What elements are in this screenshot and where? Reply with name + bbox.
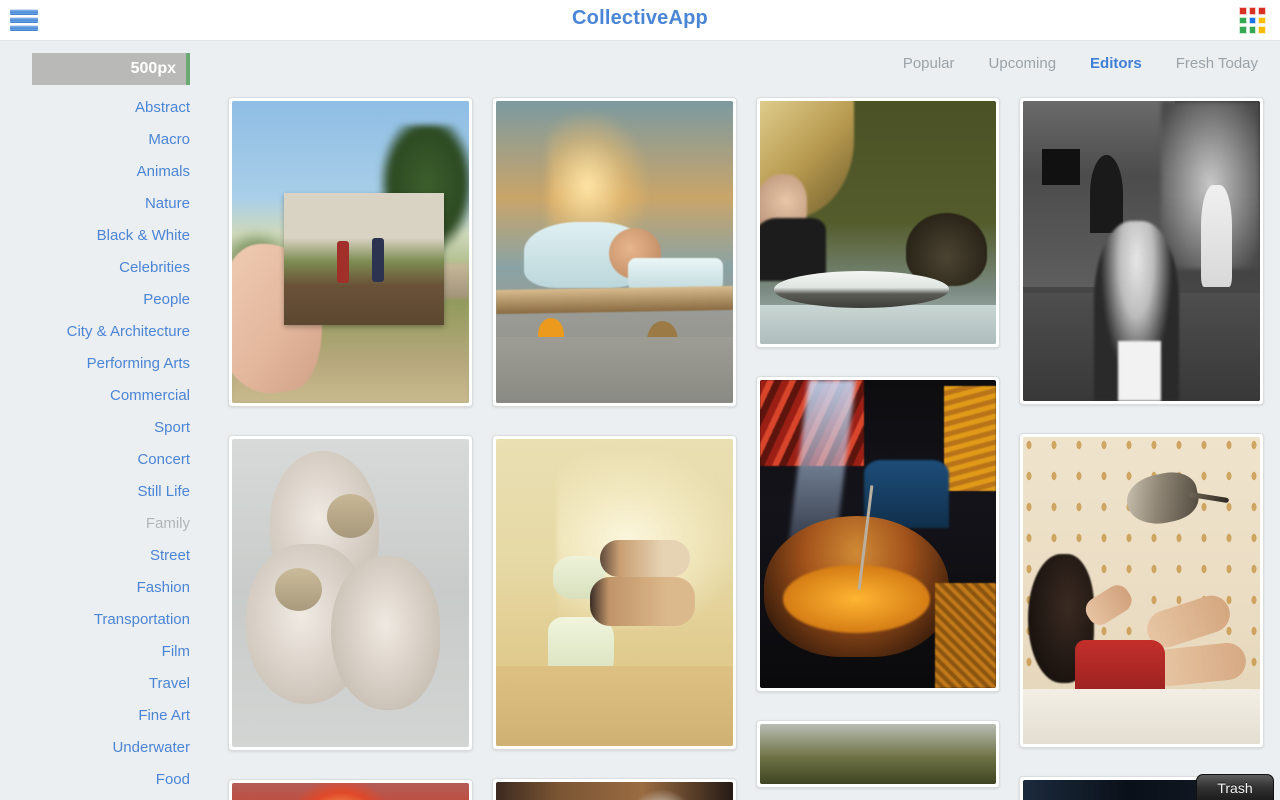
sidebar-item-family[interactable]: Family	[0, 508, 212, 540]
photo-girl-hedgehog-plate[interactable]	[755, 97, 1001, 348]
gallery-content	[212, 41, 1280, 800]
grid-icon-cell-8	[1248, 26, 1257, 34]
grid-icon-cell-4	[1239, 16, 1247, 25]
brand-badge-label: 500px	[130, 60, 176, 77]
photo-three-figures[interactable]	[228, 435, 473, 751]
photo-woman-flying-cat[interactable]	[1019, 433, 1264, 748]
photo-girl-hedgehog-plate-image	[759, 101, 997, 344]
tab-editors[interactable]: Editors	[1090, 55, 1142, 72]
sidebar-item-macro[interactable]: Macro	[0, 124, 212, 156]
photo-wood-interior-image	[495, 782, 733, 800]
photo-olive-figure[interactable]	[755, 720, 1001, 788]
sidebar-item-nature[interactable]: Nature	[0, 188, 212, 220]
photo-couple-beach-wave[interactable]	[491, 435, 737, 750]
sidebar-item-still-life[interactable]: Still Life	[0, 476, 212, 508]
sidebar-item-travel[interactable]: Travel	[0, 668, 212, 700]
sidebar-item-transportation[interactable]: Transportation	[0, 604, 212, 636]
sidebar-item-performing-arts[interactable]: Performing Arts	[0, 348, 212, 380]
sidebar-item-abstract[interactable]: Abstract	[0, 92, 212, 124]
sidebar-item-street[interactable]: Street	[0, 540, 212, 572]
grid-icon-cell-7	[1239, 26, 1247, 34]
photo-baby-on-skateboard[interactable]	[491, 97, 737, 407]
sidebar-item-food[interactable]: Food	[0, 764, 212, 796]
photo-cooking-pot-market[interactable]	[755, 376, 1001, 692]
photo-bw-vintage-children-image	[1023, 101, 1260, 401]
sidebar-item-animals[interactable]: Animals	[0, 156, 212, 188]
photo-wood-interior[interactable]	[491, 778, 737, 800]
photo-couple-beach-wave-image	[495, 439, 733, 746]
sidebar-item-black-white[interactable]: Black & White	[0, 220, 212, 252]
photo-column-2	[491, 97, 737, 800]
photo-baby-on-skateboard-image	[495, 101, 733, 403]
photo-cooking-pot-market-image	[759, 380, 997, 688]
sidebar-item-fine-art[interactable]: Fine Art	[0, 700, 212, 732]
category-list: Abstract Macro Animals Nature Black & White C…	[0, 92, 212, 796]
photo-olive-figure-image	[759, 724, 997, 784]
sidebar-item-sport[interactable]: Sport	[0, 412, 212, 444]
grid-icon-cell-1	[1239, 7, 1247, 15]
tab-upcoming[interactable]: Upcoming	[989, 55, 1057, 72]
grid-icon-cell-3	[1258, 7, 1266, 15]
photo-bw-vintage-children[interactable]	[1019, 97, 1264, 405]
sidebar-item-concert[interactable]: Concert	[0, 444, 212, 476]
grid-icon-cell-5	[1248, 16, 1257, 25]
photo-three-figures-image	[232, 439, 469, 747]
photo-column-3	[755, 97, 1001, 800]
sidebar-item-people[interactable]: People	[0, 284, 212, 316]
grid-icon-cell-2	[1248, 7, 1257, 15]
photo-hand-holding-print-image	[232, 101, 469, 403]
photo-fire-red[interactable]	[228, 779, 473, 800]
sidebar: 500px Abstract Macro Animals Nature Black & …	[0, 41, 212, 800]
photo-woman-flying-cat-image	[1023, 437, 1260, 744]
photo-grid	[212, 97, 1280, 800]
tab-popular[interactable]: Popular	[903, 55, 955, 72]
trash-tab[interactable]: Trash	[1196, 774, 1274, 800]
sidebar-item-film[interactable]: Film	[0, 636, 212, 668]
page-title: CollectiveApp	[572, 7, 708, 29]
trash-label: Trash	[1217, 779, 1253, 796]
photo-hand-holding-print[interactable]	[228, 97, 473, 407]
photo-column-4	[1019, 97, 1264, 800]
brand-badge-500px[interactable]: 500px	[32, 53, 190, 85]
sidebar-item-city-architecture[interactable]: City & Architecture	[0, 316, 212, 348]
sidebar-item-underwater[interactable]: Underwater	[0, 732, 212, 764]
sidebar-item-celebrities[interactable]: Celebrities	[0, 252, 212, 284]
grid-icon-cell-9	[1258, 26, 1266, 34]
photo-fire-red-image	[232, 783, 469, 800]
top-bar: CollectiveApp	[0, 0, 1280, 41]
sidebar-item-commercial[interactable]: Commercial	[0, 380, 212, 412]
tab-fresh-today[interactable]: Fresh Today	[1176, 55, 1258, 72]
gallery-tabs: Popular Upcoming Editors Fresh Today	[903, 55, 1258, 72]
sidebar-item-fashion[interactable]: Fashion	[0, 572, 212, 604]
color-grid-icon[interactable]	[1239, 7, 1266, 34]
photo-column-1	[228, 97, 473, 800]
grid-icon-cell-6	[1258, 16, 1266, 25]
